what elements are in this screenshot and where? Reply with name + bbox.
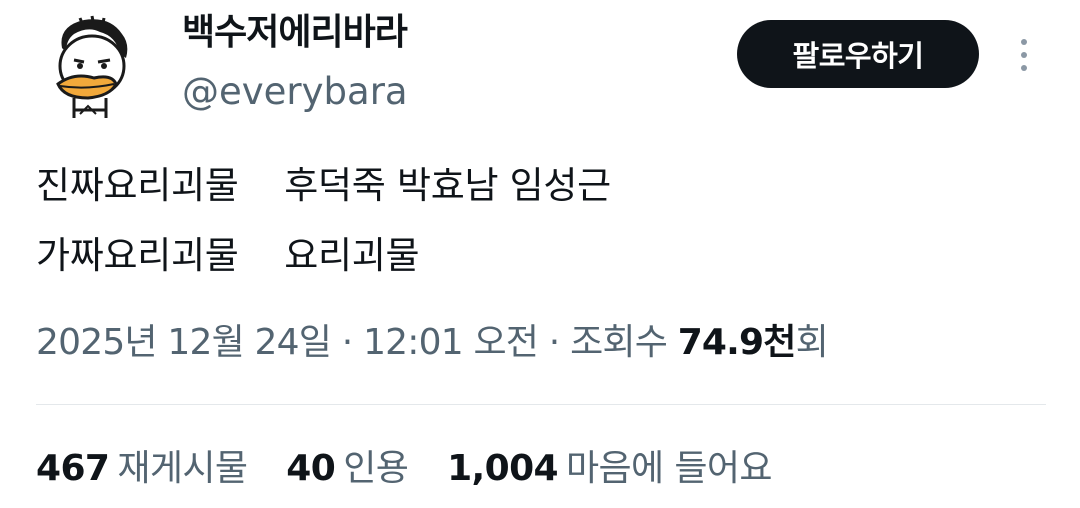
views-count: 74.9천 bbox=[677, 322, 797, 363]
tweet-meta: 2025년 12월 24일 · 12:01 오전 · 조회수 74.9천회 bbox=[36, 318, 829, 368]
tweet-time[interactable]: 12:01 오전 bbox=[363, 322, 539, 363]
likes-label: 마음에 들어요 bbox=[565, 448, 773, 489]
likes-stat[interactable]: 1,004 마음에 들어요 bbox=[447, 442, 772, 496]
avatar[interactable] bbox=[44, 14, 136, 124]
tweet-text-line: 진짜요리괴물 후덕죽 박효남 임성근 bbox=[36, 164, 611, 207]
tweet-stats: 467 재게시물 40 인용 1,004 마음에 들어요 bbox=[36, 442, 800, 496]
more-dot bbox=[1021, 65, 1027, 71]
quotes-stat[interactable]: 40 인용 bbox=[286, 442, 409, 496]
tweet-date[interactable]: 2025년 12월 24일 bbox=[36, 322, 332, 363]
quotes-count: 40 bbox=[286, 448, 336, 489]
more-vertical-icon[interactable] bbox=[1008, 30, 1040, 80]
reposts-stat[interactable]: 467 재게시물 bbox=[36, 442, 248, 496]
display-name[interactable]: 백수저에리바라 bbox=[182, 6, 408, 60]
follow-button[interactable]: 팔로우하기 bbox=[737, 20, 979, 88]
meta-separator: · bbox=[341, 322, 353, 363]
reposts-count: 467 bbox=[36, 448, 110, 489]
quotes-label: 인용 bbox=[343, 448, 409, 489]
likes-count: 1,004 bbox=[447, 448, 558, 489]
duck-avatar-icon bbox=[56, 15, 128, 118]
reposts-label: 재게시물 bbox=[117, 448, 248, 489]
more-dot bbox=[1021, 39, 1027, 45]
user-handle[interactable]: @everybara bbox=[182, 66, 408, 118]
tweet-text-line: 가짜요리괴물 요리괴물 bbox=[36, 234, 420, 277]
divider bbox=[36, 404, 1046, 405]
views-suffix: 회 bbox=[795, 322, 829, 363]
views-label: 조회수 bbox=[570, 322, 668, 363]
more-dot bbox=[1021, 52, 1027, 58]
meta-separator: · bbox=[548, 322, 560, 363]
